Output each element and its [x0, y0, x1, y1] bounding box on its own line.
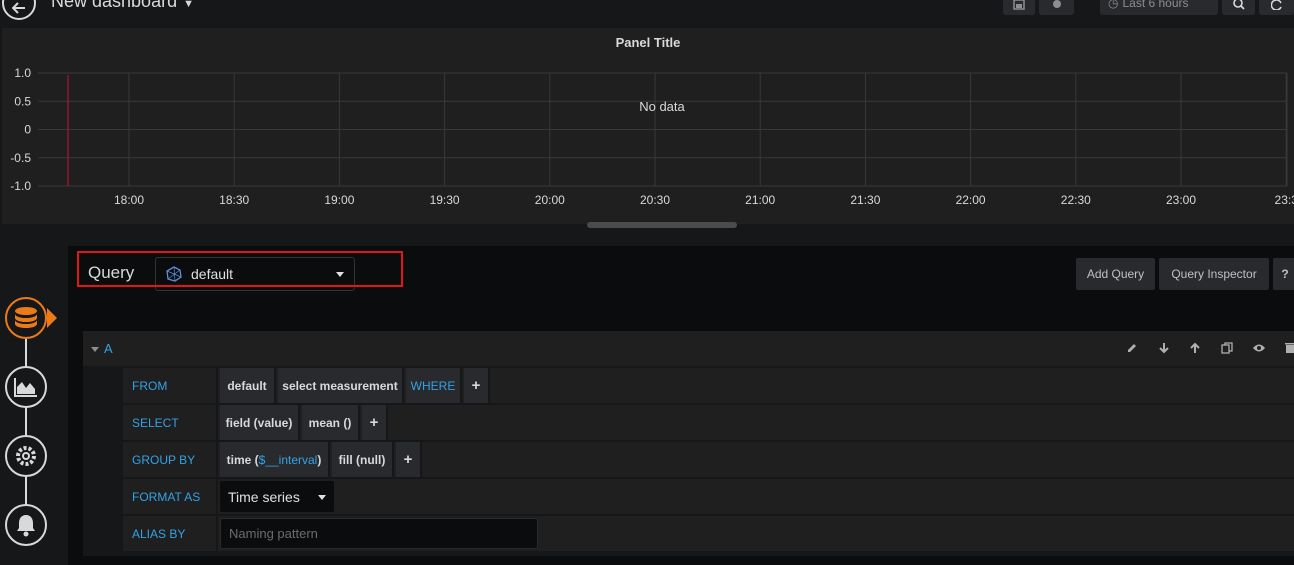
alert-tab[interactable]: [5, 504, 47, 546]
gear-tools-icon: [16, 446, 36, 466]
add-select-part-button[interactable]: +: [362, 405, 388, 440]
y-tick-label: -1.0: [10, 179, 31, 193]
from-row: FROM default select measurement WHERE +: [123, 368, 1294, 403]
move-up-button[interactable]: [1188, 341, 1202, 355]
panel-resize-handle[interactable]: [587, 222, 737, 228]
format-as-select[interactable]: Time series: [220, 481, 334, 512]
interval-variable: $__interval: [258, 452, 318, 467]
dashboard-title[interactable]: New dashboard ▼: [51, 0, 194, 12]
aggregation-segment[interactable]: mean (): [302, 405, 360, 440]
add-query-button[interactable]: Add Query: [1076, 258, 1155, 290]
delete-query-button[interactable]: [1283, 341, 1294, 355]
queries-tab[interactable]: [5, 297, 47, 339]
query-row-header[interactable]: A: [83, 331, 1294, 366]
graph-canvas: 1.00.50-0.5-1.018:00 18:30 19:00 19:30 20:00…: [10, 66, 1294, 207]
database-icon: [15, 307, 37, 328]
where-keyword: WHERE: [406, 368, 462, 403]
x-tick-label: 19:30: [430, 193, 460, 207]
fill-segment[interactable]: fill (null): [332, 442, 394, 477]
general-settings-tab[interactable]: [5, 435, 47, 477]
pencil-icon: [1128, 344, 1136, 352]
x-tick-label: 23:00: [1166, 193, 1196, 207]
y-tick-label: -0.5: [10, 151, 31, 165]
save-icon: [1013, 0, 1025, 10]
toggle-visibility-button[interactable]: [1252, 341, 1266, 355]
x-tick-label: 21:00: [745, 193, 775, 207]
retention-policy-segment[interactable]: default: [220, 368, 276, 403]
duplicate-query-button[interactable]: [1220, 341, 1234, 355]
graph-panel: Panel Title 1.0 0.5 0 -0.5 -1.0 18:00 18:30 19:…: [2, 28, 1294, 224]
chevron-down-icon: [318, 495, 326, 500]
measurement-segment[interactable]: select measurement: [278, 368, 404, 403]
refresh-button[interactable]: [1259, 0, 1294, 15]
no-data-label: No data: [639, 99, 685, 114]
y-tick-label: 0: [24, 123, 31, 137]
search-icon: [1232, 0, 1245, 10]
alias-pattern-input[interactable]: [220, 518, 538, 549]
field-segment[interactable]: field (value): [220, 405, 300, 440]
visualization-tab[interactable]: [5, 366, 47, 408]
time-picker-button[interactable]: ◷ Last 6 hours: [1100, 0, 1218, 15]
x-tick-label: 19:00: [324, 193, 354, 207]
help-button[interactable]: ?: [1273, 258, 1294, 290]
alias-by-keyword: ALIAS BY: [123, 516, 218, 551]
add-group-by-button[interactable]: +: [396, 442, 422, 477]
editor-rail-line: [25, 318, 27, 528]
back-button[interactable]: [2, 0, 36, 20]
add-where-condition-button[interactable]: +: [464, 368, 490, 403]
chevron-down-icon: ▼: [183, 0, 194, 10]
collapse-caret-icon: [91, 347, 99, 353]
x-tick-label: 21:30: [850, 193, 880, 207]
y-tick-label: 1.0: [14, 66, 31, 80]
arrow-down-icon: [1159, 343, 1169, 354]
trash-icon: [1285, 343, 1294, 353]
format-as-keyword: FORMAT AS: [123, 479, 218, 514]
top-navbar: New dashboard ▼ ◷ Last 6 hours: [0, 0, 1294, 22]
clock-icon: ◷: [1108, 0, 1119, 10]
x-tick-label: 22:00: [956, 193, 986, 207]
x-tick-label: 20:30: [640, 193, 670, 207]
area-chart-icon: [14, 378, 37, 397]
select-row: SELECT field (value) mean () +: [123, 405, 1294, 440]
move-down-button[interactable]: [1157, 341, 1171, 355]
from-keyword: FROM: [123, 368, 218, 403]
settings-button[interactable]: [1039, 0, 1074, 15]
refresh-icon: [1270, 0, 1282, 10]
query-letter[interactable]: A: [91, 341, 113, 356]
format-as-row: FORMAT AS Time series: [123, 479, 1294, 514]
select-keyword: SELECT: [123, 405, 218, 440]
x-tick-label: 18:30: [219, 193, 249, 207]
query-inspector-button[interactable]: Query Inspector: [1159, 258, 1269, 290]
bell-icon: [17, 515, 35, 537]
arrow-up-icon: [1190, 342, 1200, 353]
active-tab-indicator: [47, 308, 57, 328]
arrow-left-icon: [12, 2, 25, 14]
edit-query-button[interactable]: [1125, 341, 1139, 355]
highlight-annotation: [77, 251, 403, 287]
x-tick-label: 18:00: [114, 193, 144, 207]
query-row-body: FROM default select measurement WHERE + …: [83, 366, 1294, 556]
alias-by-row: ALIAS BY: [123, 516, 1294, 551]
zoom-out-button[interactable]: [1222, 0, 1255, 15]
x-tick-label: 20:00: [535, 193, 565, 207]
eye-icon: [1253, 344, 1265, 352]
save-dashboard-button[interactable]: [1003, 0, 1035, 15]
group-by-row: GROUP BY time ($__interval) fill (null) …: [123, 442, 1294, 477]
x-tick-label: 22:30: [1061, 193, 1091, 207]
gear-icon: [1052, 0, 1061, 8]
x-tick-label: 23:3: [1275, 193, 1294, 207]
copy-icon: [1221, 342, 1233, 354]
group-by-keyword: GROUP BY: [123, 442, 218, 477]
time-interval-segment[interactable]: time ($__interval): [220, 442, 330, 477]
